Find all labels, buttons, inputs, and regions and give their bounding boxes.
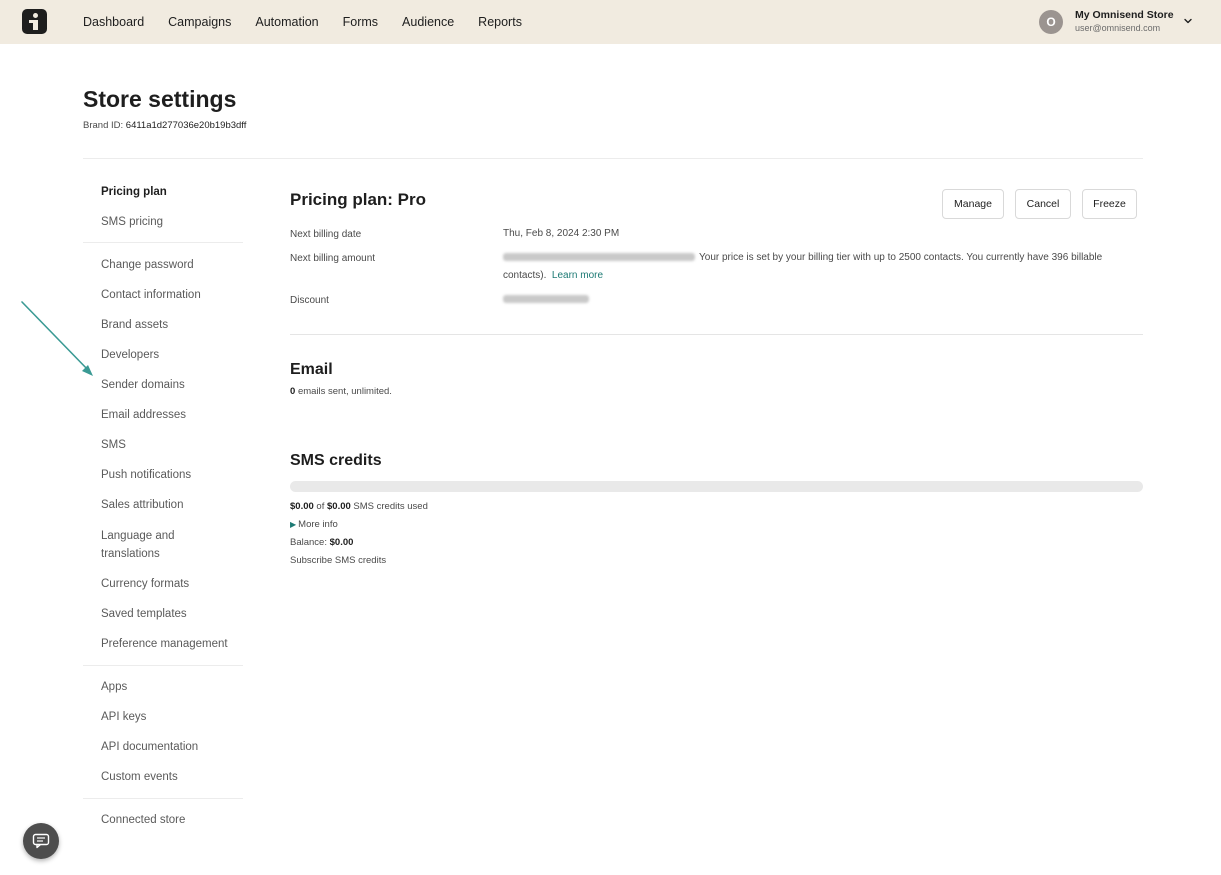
sidebar-divider [83, 665, 243, 666]
sidebar-item-currency-formats[interactable]: Currency formats [101, 575, 243, 593]
sms-credits-title: SMS credits [290, 452, 382, 469]
pricing-plan-title: Pricing plan: Pro [290, 190, 427, 209]
redacted-discount [503, 295, 589, 304]
sidebar-item-connected-store[interactable]: Connected store [101, 811, 243, 829]
avatar[interactable]: O [1039, 10, 1063, 34]
sidebar-item-developers[interactable]: Developers [101, 346, 243, 364]
emails-sent-count: 0 [290, 386, 296, 397]
sidebar-item-preference-management[interactable]: Preference management [101, 635, 243, 653]
sidebar-item-change-password[interactable]: Change password [101, 256, 243, 274]
sidebar-divider [83, 242, 243, 243]
sidebar-item-contact-information[interactable]: Contact information [101, 286, 243, 304]
sms-used-amount: $0.00 [290, 501, 314, 512]
chevron-down-icon[interactable] [1183, 16, 1193, 26]
billing-tier-text: Your price is set by your billing tier w… [699, 252, 1103, 263]
sidebar-item-sales-attribution[interactable]: Sales attribution [101, 496, 243, 514]
discount-value [503, 291, 593, 309]
caret-right-icon: ▶ [290, 520, 297, 529]
sidebar-item-sender-domains[interactable]: Sender domains [101, 376, 243, 394]
sidebar-item-sms[interactable]: SMS [101, 436, 243, 454]
nav-campaigns[interactable]: Campaigns [168, 15, 231, 29]
sidebar-item-apps[interactable]: Apps [101, 678, 243, 696]
annotation-arrow-icon [21, 301, 93, 376]
divider [83, 158, 1143, 159]
sidebar-item-api-keys[interactable]: API keys [101, 708, 243, 726]
more-info-toggle[interactable]: ▶ More info [290, 519, 338, 530]
chat-icon [32, 833, 50, 849]
account-menu[interactable]: O My Omnisend Store user@omnisend.com [1039, 8, 1174, 36]
store-name: My Omnisend Store [1075, 9, 1174, 21]
learn-more-link[interactable]: Learn more [552, 270, 603, 281]
balance-label: Balance: [290, 537, 327, 548]
sidebar-item-custom-events[interactable]: Custom events [101, 768, 243, 786]
sidebar-item-saved-templates[interactable]: Saved templates [101, 605, 243, 623]
freeze-button[interactable]: Freeze [1082, 189, 1137, 219]
sidebar-item-language-and-translations[interactable]: Language and translations [101, 527, 201, 563]
sidebar-item-brand-assets[interactable]: Brand assets [101, 316, 243, 334]
nav-forms[interactable]: Forms [343, 15, 378, 29]
email-section-title: Email [290, 361, 333, 378]
discount-label: Discount [290, 295, 329, 306]
billing-tier-text-cont: contacts). [503, 270, 547, 281]
brand-id-label: Brand ID: [83, 120, 124, 131]
sidebar-divider [83, 798, 243, 799]
cancel-button[interactable]: Cancel [1015, 189, 1071, 219]
sidebar-item-email-addresses[interactable]: Email addresses [101, 406, 243, 424]
sidebar-item-push-notifications[interactable]: Push notifications [101, 466, 243, 484]
sidebar-item-pricing-plan[interactable]: Pricing plan [101, 183, 243, 201]
chat-button[interactable] [23, 823, 59, 859]
account-info[interactable]: My Omnisend Store user@omnisend.com [1075, 9, 1174, 35]
nav-audience[interactable]: Audience [402, 15, 454, 29]
email-usage: 0 emails sent, unlimited. [290, 386, 392, 397]
sms-total-amount: $0.00 [327, 501, 351, 512]
sms-used-suffix: SMS credits used [353, 501, 428, 512]
balance-value: $0.00 [329, 537, 354, 548]
next-billing-amount-label: Next billing amount [290, 253, 376, 264]
sidebar-item-sms-pricing[interactable]: SMS pricing [101, 213, 243, 231]
next-billing-amount-value: Your price is set by your billing tier w… [503, 249, 1133, 285]
emails-sent-suffix: emails sent, unlimited. [297, 386, 392, 397]
sms-balance: Balance: $0.00 [290, 537, 353, 548]
brand-id-value: 6411a1d277036e20b19b3dff [125, 120, 247, 131]
nav-dashboard[interactable]: Dashboard [83, 15, 144, 29]
account-email: user@omnisend.com [1075, 23, 1161, 33]
top-bar: Dashboard Campaigns Automation Forms Aud… [0, 0, 1221, 44]
more-info-label: More info [298, 519, 338, 530]
nav-automation[interactable]: Automation [255, 15, 318, 29]
sidebar-item-api-documentation[interactable]: API documentation [101, 738, 243, 756]
section-divider [290, 334, 1143, 335]
sms-credits-progress [290, 481, 1143, 492]
omnisend-logo[interactable] [22, 9, 47, 34]
page-title: Store settings [83, 86, 237, 112]
sms-credits-used: $0.00 of $0.00 SMS credits used [290, 501, 428, 512]
manage-button[interactable]: Manage [942, 189, 1004, 219]
brand-id: Brand ID: 6411a1d277036e20b19b3dff [83, 120, 246, 131]
next-billing-date-label: Next billing date [290, 229, 362, 240]
next-billing-date-value: Thu, Feb 8, 2024 2:30 PM [503, 228, 620, 239]
main-nav: Dashboard Campaigns Automation Forms Aud… [83, 0, 546, 44]
subscribe-sms-credits-link[interactable]: Subscribe SMS credits [290, 555, 386, 566]
redacted-amount [503, 253, 695, 262]
nav-reports[interactable]: Reports [478, 15, 522, 29]
sms-used-of: of [316, 501, 325, 512]
